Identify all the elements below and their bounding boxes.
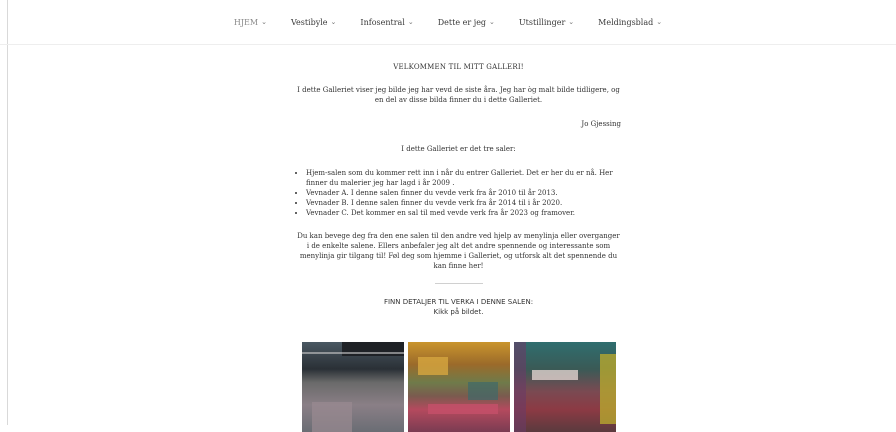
list-item: Vevnader B. I denne salen finner du vevd… <box>306 198 621 208</box>
artwork-thumbnail-1[interactable] <box>302 342 404 432</box>
artwork-detail <box>600 354 616 424</box>
chevron-down-icon: ⌄ <box>568 18 575 26</box>
nav-label-hjem: HJEM <box>233 17 259 27</box>
artwork-detail <box>418 357 448 375</box>
list-item: Vevnader A. I denne salen finner du vevd… <box>306 188 621 198</box>
chevron-down-icon: ⌄ <box>330 18 337 26</box>
list-item: Vevnader C. Det kommer en sal til med ve… <box>306 208 621 218</box>
intro-text: I dette Galleriet viser jeg bilde jeg ha… <box>297 86 620 104</box>
left-border-line <box>7 0 8 425</box>
rooms-list: Hjem-salen som du kommer rett inn i når … <box>296 168 621 218</box>
nav-item-infosentral[interactable]: Infosentral ⌄ <box>360 18 413 27</box>
click-hint: Kikk på bildet. <box>433 308 484 316</box>
signature: Jo Gjessing <box>581 120 621 128</box>
main-menu: HJEM ⌄ Vestibyle ⌄ Infosentral ⌄ Dette e… <box>0 0 896 45</box>
chevron-down-icon: ⌄ <box>407 18 414 26</box>
nav-item-vestibyle[interactable]: Vestibyle ⌄ <box>291 18 336 27</box>
nav-item-hjem[interactable]: HJEM ⌄ <box>234 18 267 27</box>
list-item: Hjem-salen som du kommer rett inn i når … <box>306 168 621 188</box>
artwork-detail <box>532 370 578 380</box>
artwork-detail <box>312 402 352 432</box>
divider <box>434 283 483 284</box>
artwork-thumbnail-3[interactable] <box>514 342 616 432</box>
chevron-down-icon: ⌄ <box>656 18 663 26</box>
nav-label-infosentral: Infosentral <box>360 17 405 27</box>
details-heading: FINN DETALJER TIL VERKA I DENNE SALEN: <box>383 298 534 306</box>
artwork-gallery <box>302 342 616 432</box>
nav-label-utstillinger: Utstillinger <box>518 17 566 27</box>
welcome-title: VELKOMMEN TIL MITT GALLERI! <box>393 63 524 71</box>
chevron-down-icon: ⌄ <box>261 18 267 26</box>
artwork-detail <box>302 352 404 354</box>
nav-item-utstillinger[interactable]: Utstillinger ⌄ <box>519 18 574 27</box>
nav-label-vestibyle: Vestibyle <box>290 17 328 27</box>
chevron-down-icon: ⌄ <box>489 18 495 26</box>
rooms-intro: I dette Galleriet er det tre saler: <box>401 145 516 153</box>
artwork-detail <box>428 404 498 414</box>
nav-item-dette-er-jeg[interactable]: Dette er jeg ⌄ <box>438 18 495 27</box>
nav-label-meldingsblad: Meldingsblad <box>598 17 654 27</box>
navigation-help-text: Du kan bevege deg fra den ene salen til … <box>297 232 620 270</box>
artwork-detail <box>468 382 498 400</box>
artwork-detail <box>514 342 526 432</box>
artwork-thumbnail-2[interactable] <box>408 342 510 432</box>
main-content: VELKOMMEN TIL MITT GALLERI! I dette Gall… <box>296 58 621 317</box>
nav-label-dette-er-jeg: Dette er jeg <box>437 17 487 27</box>
nav-item-meldingsblad[interactable]: Meldingsblad ⌄ <box>598 18 662 27</box>
